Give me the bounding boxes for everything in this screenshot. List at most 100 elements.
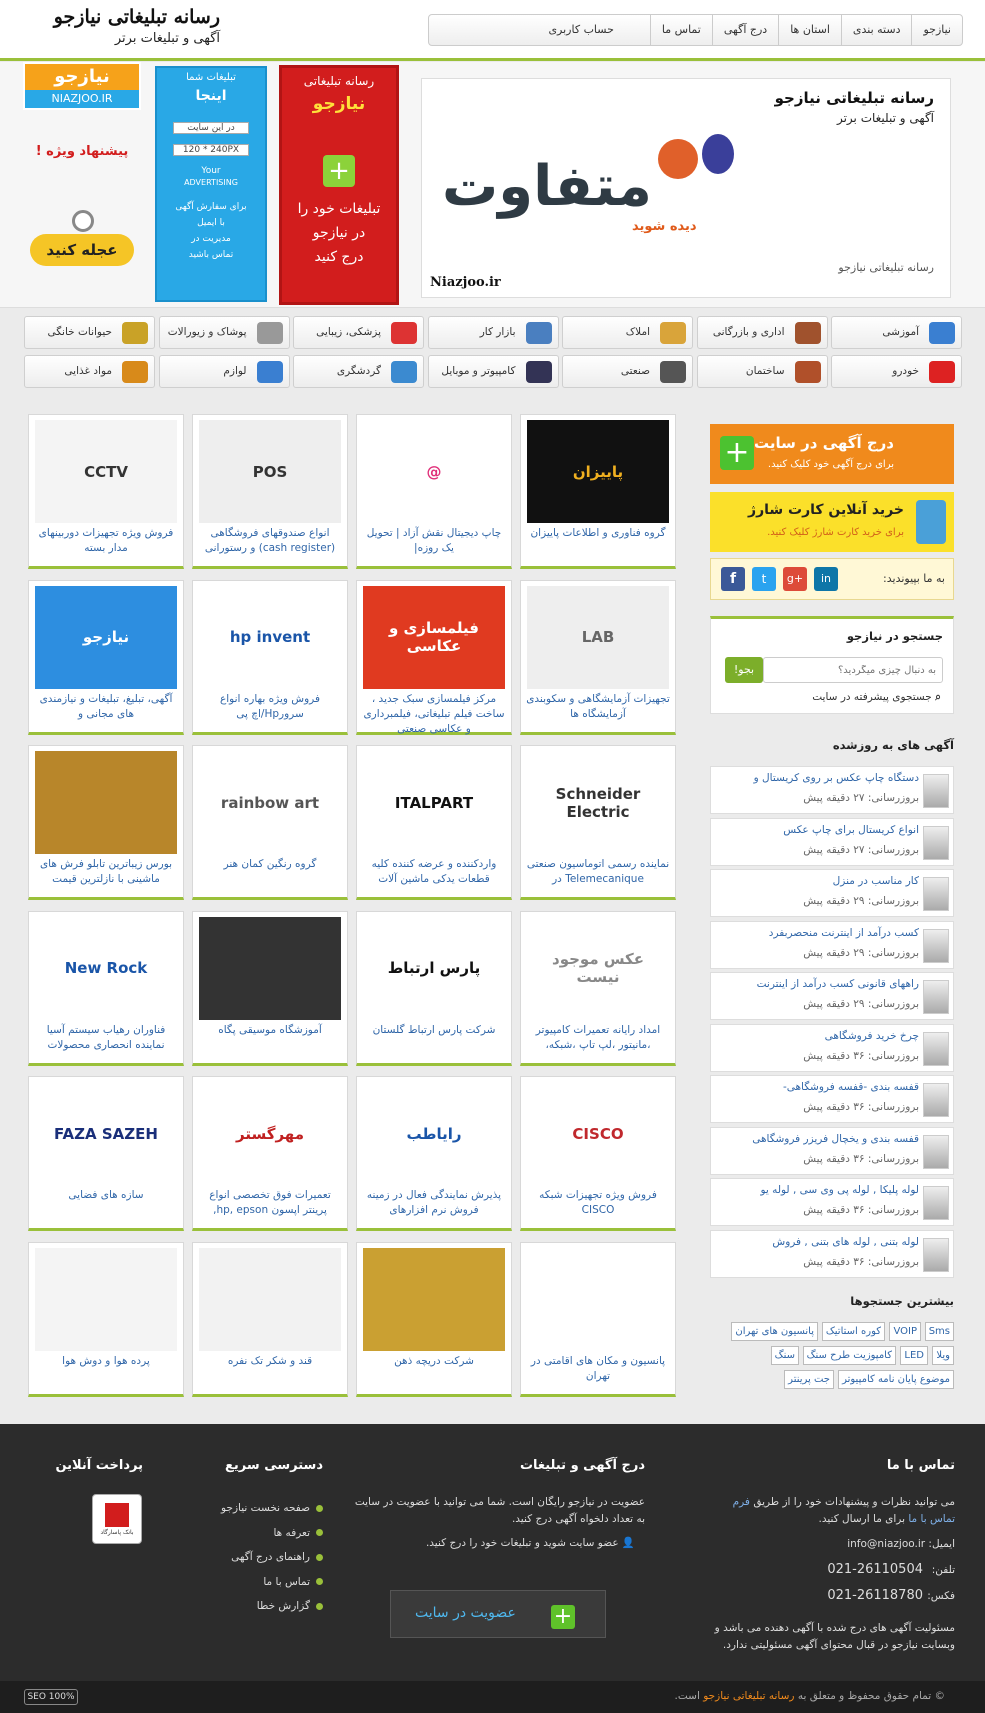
listing-caption[interactable]: پذیرش نمایندگی فعال در زمینه فروش نرم اف… bbox=[361, 1188, 507, 1218]
listing-card[interactable]: مهرگستر تعمیرات فوق تخصصی انواع پرینتر اپ… bbox=[192, 1076, 348, 1231]
listing-caption[interactable]: سازه های فضایی bbox=[33, 1188, 179, 1203]
footer-email[interactable]: ایمیل: info@niazjoo.ir bbox=[847, 1538, 955, 1550]
listing-thumbnail[interactable] bbox=[199, 1247, 341, 1351]
listing-caption[interactable]: بورس زیباترین تابلو فرش های ماشینی با نا… bbox=[33, 857, 179, 887]
latest-ad-item[interactable]: چرخ خرید فروشگاهی بروزرسانی: ۳۶ دقیقه پیش bbox=[710, 1023, 954, 1072]
latest-ad-title[interactable]: لوله بتنی , لوله های بتنی , فروش bbox=[772, 1236, 919, 1248]
listing-card[interactable]: ITALPART واردکننده و عرضه کننده کلیه قطعا… bbox=[356, 745, 512, 900]
main-banner[interactable]: رسانه تبلیغاتی نیازجو آگهی و تبلیغات برت… bbox=[421, 78, 951, 298]
listing-thumbnail[interactable]: CISCO bbox=[527, 1082, 669, 1185]
listing-caption[interactable]: انواع صندوقهای فروشگاهی (cash register) … bbox=[197, 526, 343, 556]
latest-ad-item[interactable]: لوله بتنی , لوله های بتنی , فروش بروزرسان… bbox=[710, 1229, 954, 1278]
category-item[interactable]: مواد غذایی bbox=[24, 355, 155, 388]
listing-caption[interactable]: قند و شکر تک نفره bbox=[197, 1354, 343, 1369]
listing-thumbnail[interactable] bbox=[527, 1247, 669, 1351]
listing-caption[interactable]: آموزشگاه موسیقی پگاه bbox=[197, 1023, 343, 1038]
listing-thumbnail[interactable] bbox=[35, 751, 177, 854]
latest-ad-title[interactable]: چرخ خرید فروشگاهی bbox=[825, 1030, 919, 1042]
latest-ad-title[interactable]: قفسه بندی و یخچال فریزر فروشگاهی bbox=[752, 1133, 919, 1145]
listing-card[interactable]: پانسیون و مکان های اقامتی در تهران bbox=[520, 1241, 676, 1397]
listing-caption[interactable]: آگهی، تبلیغ، تبلیغات و نیازمندی های مجان… bbox=[33, 692, 179, 722]
search-tag[interactable]: جت پرینتر bbox=[784, 1370, 834, 1389]
advanced-search-link[interactable]: ⌕ جستجوی پیشرفته در سایت bbox=[812, 691, 941, 704]
listing-thumbnail[interactable]: پاییزان bbox=[527, 420, 669, 523]
listing-card[interactable]: POS انواع صندوقهای فروشگاهی (cash registe… bbox=[192, 414, 348, 569]
latest-ad-item[interactable]: قفسه بندی -قفسه فروشگاهی- بروزرسانی: ۳۶ د… bbox=[710, 1075, 954, 1123]
latest-ad-title[interactable]: دستگاه چاپ عکس بر روی کریستال و bbox=[754, 772, 919, 784]
listing-thumbnail[interactable] bbox=[199, 916, 341, 1020]
listing-thumbnail[interactable]: POS bbox=[199, 420, 341, 523]
listing-card[interactable]: آموزشگاه موسیقی پگاه bbox=[192, 910, 348, 1066]
special-offer-banner[interactable]: نیازجو NIAZJOO.IR پیشنهاد ویژه ! عجله کن… bbox=[20, 62, 144, 302]
listing-caption[interactable]: پانسیون و مکان های اقامتی در تهران bbox=[525, 1354, 671, 1384]
listing-thumbnail[interactable] bbox=[35, 1247, 177, 1351]
listing-thumbnail[interactable]: rainbow art bbox=[199, 751, 341, 854]
listing-card[interactable]: شرکت دریچه ذهن bbox=[356, 1241, 512, 1397]
nav-provinces[interactable]: استان ها bbox=[778, 15, 841, 45]
category-item[interactable]: صنعتی bbox=[562, 355, 693, 388]
post-ad-banner[interactable]: درج آگهی در سایت برای درج آگهی خود کلیک … bbox=[710, 424, 954, 484]
latest-ad-item[interactable]: دستگاه چاپ عکس بر روی کریستال و بروزرسانی… bbox=[710, 766, 954, 814]
listing-card[interactable]: پاییزان گروه فناوری و اطلاعات پاییزان bbox=[520, 414, 676, 569]
latest-ad-item[interactable]: راههای قانونی کسب درآمد از اینترنت بروزرس… bbox=[710, 972, 954, 1020]
listing-caption[interactable]: نماینده رسمی اتوماسیون صنعتی Telemecaniq… bbox=[525, 857, 671, 887]
search-tag[interactable]: سنگ bbox=[770, 1346, 799, 1365]
quick-link[interactable]: صفحه نخست نیازجو bbox=[221, 1502, 323, 1514]
latest-ad-item[interactable]: قفسه بندی و یخچال فریزر فروشگاهی بروزرسان… bbox=[710, 1126, 954, 1175]
listing-card[interactable]: رایاطب پذیرش نمایندگی فعال در زمینه فروش … bbox=[356, 1076, 512, 1231]
listing-caption[interactable]: امداد رایانه تعمیرات کامپیوتر ،مانیتور ،… bbox=[525, 1023, 671, 1053]
search-tag[interactable]: کوره استاتیک bbox=[821, 1322, 885, 1341]
listing-caption[interactable]: شرکت دریچه ذهن bbox=[361, 1354, 507, 1369]
listing-caption[interactable]: مرکز فیلمسازی سبک جدید ، ساخت فیلم تبلیغ… bbox=[361, 692, 507, 737]
category-item[interactable]: پوشاک و زیورالات bbox=[158, 316, 290, 349]
category-item[interactable]: خودرو bbox=[831, 355, 962, 388]
search-tag[interactable]: ویلا bbox=[932, 1346, 954, 1365]
red-ad-banner[interactable]: رسانه تبلیغاتی نیازجو + تبلیغات خود را د… bbox=[279, 65, 399, 305]
latest-ad-title[interactable]: کسب درآمد از اینترنت منحصربفرد bbox=[769, 927, 919, 939]
category-item[interactable]: آموزشی bbox=[831, 316, 962, 349]
listing-card[interactable]: CISCO فروش ویژه تجهیزات شبکه CISCO bbox=[520, 1076, 676, 1231]
listing-caption[interactable]: فناوران رهیاب سیستم آسیا نماینده انحصاری… bbox=[33, 1023, 179, 1053]
listing-thumbnail[interactable] bbox=[363, 1247, 505, 1351]
facebook-icon[interactable]: f bbox=[721, 567, 745, 591]
register-button[interactable]: + عضویت در سایت bbox=[390, 1590, 606, 1638]
listing-caption[interactable]: چاپ دیجیتال نقش آزاد | تحویل یک روزه| bbox=[361, 526, 507, 556]
latest-ad-title[interactable]: راههای قانونی کسب درآمد از اینترنت bbox=[757, 978, 919, 990]
listing-card[interactable]: عکس موجود نیست امداد رایانه تعمیرات کامپی… bbox=[520, 910, 676, 1066]
listing-caption[interactable]: واردکننده و عرضه کننده کلیه قطعات یدکی م… bbox=[361, 857, 507, 887]
nav-home[interactable]: نیازجو bbox=[911, 15, 962, 45]
listing-card[interactable]: CCTV فروش ویژه تجهیزات دوربینهای مدار بست… bbox=[28, 414, 184, 569]
listing-caption[interactable]: فروش ویژه تجهیزات دوربینهای مدار بسته bbox=[33, 526, 179, 556]
listing-caption[interactable]: فروش ویژه تجهیزات شبکه CISCO bbox=[525, 1188, 671, 1218]
listing-thumbnail[interactable]: LAB bbox=[527, 585, 669, 689]
listing-card[interactable]: پرده هوا و دوش هوا bbox=[28, 1241, 184, 1397]
latest-ad-item[interactable]: کسب درآمد از اینترنت منحصربفرد بروزرسانی:… bbox=[710, 920, 954, 969]
listing-thumbnail[interactable]: مهرگستر bbox=[199, 1082, 341, 1185]
listing-card[interactable]: hp invent فروش ویژه بهاره انواع سرورHp/اچ… bbox=[192, 579, 348, 735]
category-item[interactable]: ساختمان bbox=[696, 355, 828, 388]
search-input[interactable] bbox=[763, 657, 943, 683]
latest-ad-item[interactable]: کار مناسب در منزل بروزرسانی: ۲۹ دقیقه پیش bbox=[710, 869, 954, 917]
listing-thumbnail[interactable]: رایاطب bbox=[363, 1082, 505, 1185]
search-button[interactable]: بجو! bbox=[725, 657, 763, 683]
category-item[interactable]: کامپیوتر و موبایل bbox=[427, 355, 559, 388]
listing-card[interactable]: پارس ارتباط شرکت پارس ارتباط گلستان bbox=[356, 910, 512, 1066]
latest-ad-title[interactable]: قفسه بندی -قفسه فروشگاهی- bbox=[783, 1081, 919, 1093]
listing-thumbnail[interactable]: ITALPART bbox=[363, 751, 505, 854]
listing-thumbnail[interactable]: نیازجو bbox=[35, 585, 177, 689]
listing-caption[interactable]: شرکت پارس ارتباط گلستان bbox=[361, 1023, 507, 1038]
search-tag[interactable]: پانسیون های تهران bbox=[731, 1322, 818, 1341]
twitter-icon[interactable]: t bbox=[752, 567, 776, 591]
listing-thumbnail[interactable]: FAZA SAZEH bbox=[35, 1082, 177, 1185]
search-tag[interactable]: VOIP bbox=[889, 1322, 921, 1341]
listing-card[interactable]: @ چاپ دیجیتال نقش آزاد | تحویل یک روزه| bbox=[356, 414, 512, 569]
category-item[interactable]: پزشکی، زیبایی bbox=[293, 316, 424, 349]
blue-ad-banner[interactable]: تبلیغات شما اینجا در این سایت 120 * 240P… bbox=[155, 66, 267, 302]
linkedin-icon[interactable]: in bbox=[814, 567, 838, 591]
listing-card[interactable]: New Rock فناوران رهیاب سیستم آسیا نماینده… bbox=[28, 910, 184, 1066]
search-tag[interactable]: موضوع پایان نامه کامپیوتر bbox=[838, 1370, 954, 1389]
search-tag[interactable]: LED bbox=[900, 1346, 928, 1365]
listing-card[interactable]: نیازجو آگهی، تبلیغ، تبلیغات و نیازمندی ها… bbox=[28, 579, 184, 735]
quick-link[interactable]: تعرفه ها bbox=[273, 1527, 323, 1539]
pasargad-bank-logo[interactable]: بانک پاسارگاد bbox=[92, 1494, 142, 1544]
